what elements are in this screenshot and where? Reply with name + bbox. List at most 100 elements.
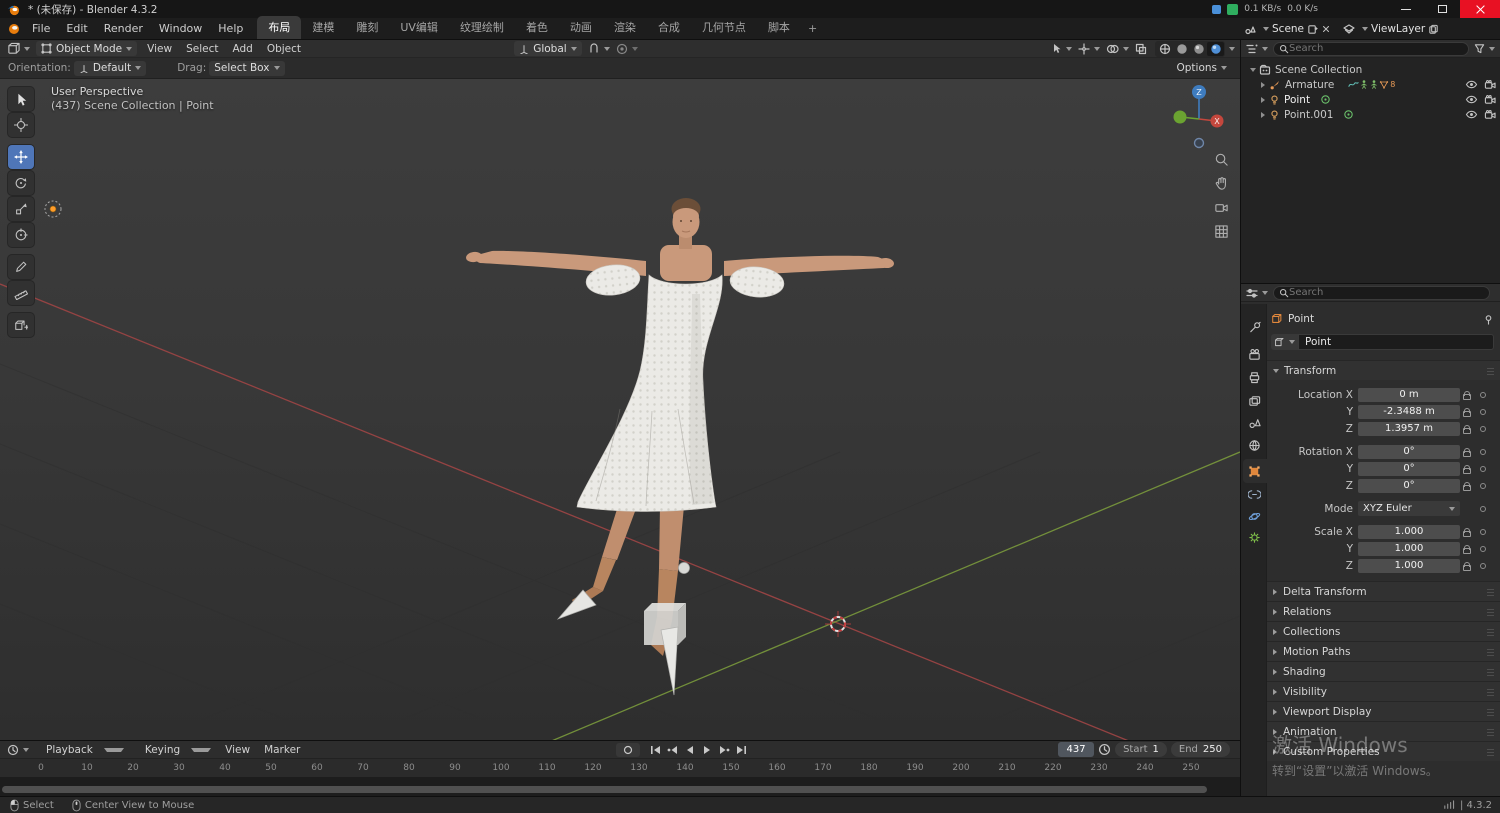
hide-eye-icon[interactable] (1465, 109, 1478, 120)
tab-animation[interactable]: 动画 (559, 16, 603, 39)
outliner-search[interactable] (1273, 41, 1469, 56)
animate-dot-icon[interactable] (1480, 505, 1486, 512)
shading-material-button[interactable] (1190, 42, 1207, 56)
shading-wireframe-button[interactable] (1156, 42, 1173, 56)
panel-grip-icon[interactable] (1487, 627, 1494, 636)
disable-render-camera-icon[interactable] (1484, 109, 1496, 120)
breadcrumb-object-name[interactable]: Point (1288, 313, 1314, 325)
new-viewlayer-icon[interactable] (1428, 24, 1439, 35)
location-z-field[interactable]: 1.3957 m (1358, 421, 1460, 436)
outliner-editor-chevron-icon[interactable] (1262, 46, 1268, 51)
panel-delta-transform[interactable]: Delta Transform (1267, 581, 1500, 601)
human-model[interactable] (465, 198, 894, 656)
panel-animation[interactable]: Animation (1267, 721, 1500, 741)
animate-dot-icon[interactable] (1480, 545, 1486, 552)
menu-object[interactable]: Object (260, 43, 308, 55)
animate-dot-icon[interactable] (1480, 562, 1486, 569)
panel-collections[interactable]: Collections (1267, 621, 1500, 641)
gizmo-toggle[interactable] (1075, 42, 1103, 55)
hide-eye-icon[interactable] (1465, 79, 1478, 90)
editor-type-button[interactable] (4, 42, 33, 55)
object-name-field[interactable] (1298, 334, 1494, 350)
outliner-editor-icon[interactable] (1246, 43, 1258, 55)
panel-grip-icon[interactable] (1487, 366, 1494, 375)
toggle-ortho-button[interactable] (1211, 222, 1231, 240)
lock-icon[interactable] (1463, 561, 1471, 571)
current-frame-field[interactable]: 437 (1058, 742, 1095, 757)
shading-solid-button[interactable] (1173, 42, 1190, 56)
blender-menu-logo-icon[interactable] (6, 21, 22, 37)
cursor-3d[interactable] (825, 611, 851, 637)
tab-constraints[interactable] (1246, 486, 1262, 502)
jump-to-start-button[interactable] (648, 743, 665, 757)
new-scene-icon[interactable] (1307, 24, 1318, 35)
tab-render[interactable] (1246, 346, 1262, 362)
tab-scene[interactable] (1246, 414, 1262, 430)
panel-visibility[interactable]: Visibility (1267, 681, 1500, 701)
outliner-item-scene-collection[interactable]: Scene Collection (1241, 62, 1500, 77)
properties-editor-chevron-icon[interactable] (1262, 290, 1268, 295)
panel-grip-icon[interactable] (1487, 587, 1494, 596)
panel-grip-icon[interactable] (1487, 687, 1494, 696)
rotation-z-field[interactable]: 0° (1358, 478, 1460, 493)
camera-view-button[interactable] (1211, 198, 1231, 216)
menu-render[interactable]: Render (96, 22, 151, 35)
animate-dot-icon[interactable] (1480, 528, 1486, 535)
panel-grip-icon[interactable] (1487, 607, 1494, 616)
lock-icon[interactable] (1463, 481, 1471, 491)
rotation-x-field[interactable]: 0° (1358, 444, 1460, 459)
lock-icon[interactable] (1463, 464, 1471, 474)
menu-playback[interactable]: Playback (32, 744, 131, 756)
animate-dot-icon[interactable] (1480, 425, 1486, 432)
transform-panel-header[interactable]: Transform (1267, 360, 1500, 380)
animate-dot-icon[interactable] (1480, 391, 1486, 398)
expand-arrow-icon[interactable] (1261, 81, 1265, 88)
menu-edit[interactable]: Edit (58, 22, 95, 35)
hide-eye-icon[interactable] (1465, 94, 1478, 105)
pan-button[interactable] (1211, 174, 1231, 192)
menu-file[interactable]: File (24, 22, 58, 35)
lock-icon[interactable] (1463, 527, 1471, 537)
selectability-visibility-button[interactable] (1047, 43, 1075, 55)
menu-help[interactable]: Help (210, 22, 251, 35)
light-object-point[interactable] (44, 200, 62, 218)
expand-arrow-icon[interactable] (1261, 96, 1265, 103)
viewport-canvas[interactable]: User Perspective (437) Scene Collection … (0, 79, 1240, 740)
tab-object[interactable] (1246, 463, 1262, 479)
lock-icon[interactable] (1463, 390, 1471, 400)
add-workspace-button[interactable]: + (801, 19, 824, 39)
xray-toggle[interactable] (1132, 43, 1150, 55)
tab-shading[interactable]: 着色 (515, 16, 559, 39)
tab-compositing[interactable]: 合成 (647, 16, 691, 39)
properties-search-input[interactable] (1289, 287, 1484, 298)
lock-icon[interactable] (1463, 407, 1471, 417)
location-y-field[interactable]: -2.3488 m (1358, 404, 1460, 419)
unlink-scene-icon[interactable] (1321, 24, 1331, 34)
panel-grip-icon[interactable] (1487, 727, 1494, 736)
timeline-editor-button[interactable] (4, 744, 32, 756)
outliner-item-armature[interactable]: Armature 8 (1241, 77, 1500, 92)
scene-3d[interactable] (0, 79, 1240, 740)
properties-editor-icon[interactable] (1246, 287, 1258, 299)
tool-rotate[interactable] (8, 171, 34, 195)
play-button[interactable] (699, 743, 716, 757)
jump-to-end-button[interactable] (733, 743, 750, 757)
mode-selector[interactable]: Object Mode (36, 41, 138, 56)
tool-cursor[interactable] (8, 113, 34, 137)
lock-icon[interactable] (1463, 424, 1471, 434)
panel-grip-icon[interactable] (1487, 667, 1494, 676)
tool-measure[interactable] (8, 281, 34, 305)
panel-motion-paths[interactable]: Motion Paths (1267, 641, 1500, 661)
tab-rendering[interactable]: 渲染 (603, 16, 647, 39)
zoom-button[interactable] (1211, 150, 1231, 168)
rotation-mode-dropdown[interactable]: XYZ Euler (1358, 501, 1460, 516)
shading-chevron-icon[interactable] (1229, 46, 1235, 51)
outliner-search-input[interactable] (1289, 43, 1463, 54)
disable-render-camera-icon[interactable] (1484, 94, 1496, 105)
panel-shading[interactable]: Shading (1267, 661, 1500, 681)
viewlayer-name[interactable]: ViewLayer (1371, 23, 1425, 35)
outliner-options-chevron-icon[interactable] (1489, 46, 1495, 51)
outliner-item-point-001[interactable]: Point.001 (1241, 107, 1500, 122)
menu-view[interactable]: View (140, 43, 179, 55)
lock-icon[interactable] (1463, 447, 1471, 457)
